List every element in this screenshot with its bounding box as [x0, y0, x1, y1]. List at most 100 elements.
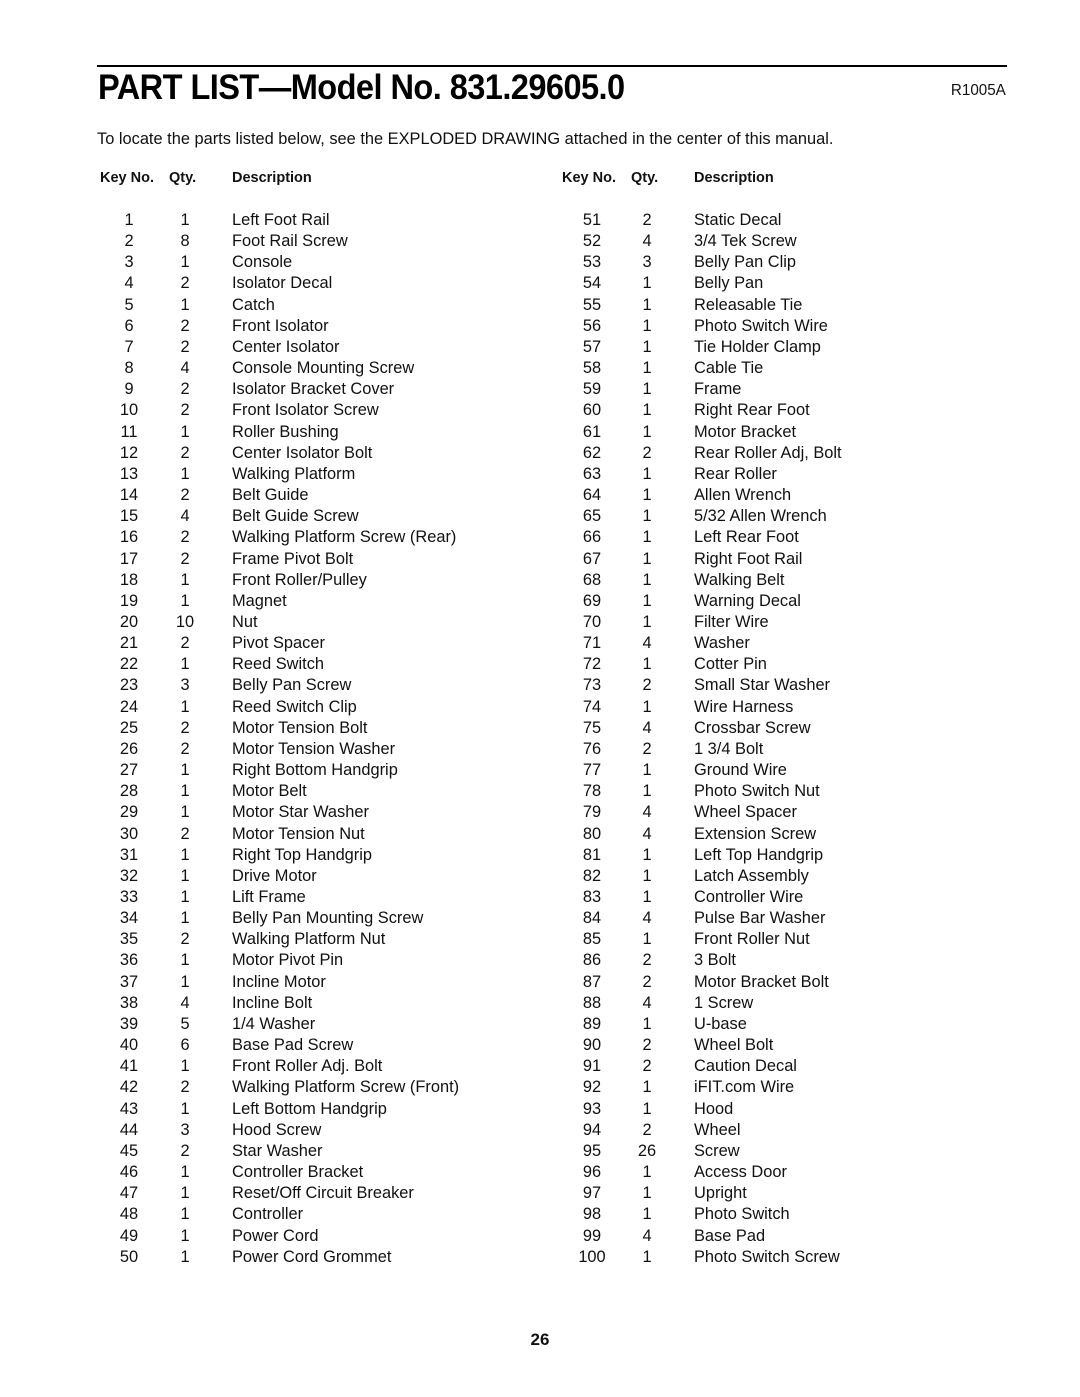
part-row: 19 1 Magnet [98, 591, 538, 612]
part-qty: 1 [642, 761, 652, 780]
part-row: 96 1 Access Door [560, 1162, 1000, 1183]
part-description: 1 3/4 Bolt [694, 739, 764, 758]
part-key-no: 93 [582, 1099, 602, 1118]
part-qty: 4 [642, 803, 652, 822]
part-key-no: 80 [582, 824, 602, 843]
part-row: 9 2 Isolator Bracket Cover [98, 379, 538, 400]
part-qty: 3 [642, 253, 652, 272]
part-key-no: 61 [582, 422, 602, 441]
part-qty: 1 [180, 697, 190, 716]
part-row: 14 2 Belt Guide [98, 485, 538, 506]
part-row: 20 10 Nut [98, 612, 538, 633]
part-description: Belly Pan Mounting Screw [232, 909, 424, 928]
part-key-no: 29 [119, 803, 139, 822]
part-row: 24 1 Reed Switch Clip [98, 697, 538, 718]
part-key-no: 59 [582, 380, 602, 399]
part-row: 36 1 Motor Pivot Pin [98, 950, 538, 971]
part-description: Right Foot Rail [694, 549, 803, 568]
part-qty: 1 [180, 1099, 190, 1118]
part-key-no: 82 [582, 866, 602, 885]
part-qty: 4 [180, 993, 190, 1012]
part-row: 84 4 Pulse Bar Washer [560, 908, 1000, 929]
part-description: Motor Bracket Bolt [694, 972, 829, 991]
part-row: 52 4 3/4 Tek Screw [560, 231, 1000, 252]
part-qty: 1 [642, 316, 652, 335]
part-description: Wire Harness [694, 697, 794, 716]
part-key-no: 60 [582, 401, 602, 420]
part-row: 8 4 Console Mounting Screw [98, 358, 538, 379]
part-row: 56 1 Photo Switch Wire [560, 316, 1000, 337]
part-description: Base Pad Screw [232, 1036, 354, 1055]
part-description: Front Roller Adj. Bolt [232, 1057, 383, 1076]
part-key-no: 31 [119, 845, 139, 864]
part-qty: 2 [642, 1036, 652, 1055]
part-key-no: 24 [119, 697, 139, 716]
part-description: Hood [694, 1099, 734, 1118]
part-row: 45 2 Star Washer [98, 1141, 538, 1162]
part-description: Pulse Bar Washer [694, 909, 826, 928]
part-description: Power Cord Grommet [232, 1247, 392, 1266]
part-row: 62 2 Rear Roller Adj, Bolt [560, 443, 1000, 464]
header-description: Description [232, 170, 312, 186]
part-row: 64 1 Allen Wrench [560, 485, 1000, 506]
part-qty: 1 [180, 1205, 190, 1224]
part-qty: 1 [180, 761, 190, 780]
part-key-no: 91 [582, 1057, 602, 1076]
part-key-no: 43 [119, 1099, 139, 1118]
part-qty: 2 [180, 634, 190, 653]
part-key-no: 95 [582, 1141, 602, 1160]
part-row: 41 1 Front Roller Adj. Bolt [98, 1056, 538, 1077]
part-qty: 1 [642, 359, 652, 378]
part-description: Warning Decal [694, 591, 801, 610]
part-description: 1/4 Washer [232, 1014, 316, 1033]
part-description: Left Foot Rail [232, 211, 330, 229]
part-description: Caution Decal [694, 1057, 797, 1076]
part-row: 6 2 Front Isolator [98, 316, 538, 337]
part-row: 11 1 Roller Bushing [98, 422, 538, 443]
part-qty: 1 [180, 782, 190, 801]
part-description: Frame Pivot Bolt [232, 549, 354, 568]
part-qty: 1 [642, 422, 652, 441]
part-description: Rear Roller [694, 464, 777, 483]
part-row: 85 1 Front Roller Nut [560, 929, 1000, 950]
part-key-no: 41 [119, 1057, 139, 1076]
part-qty: 2 [180, 1141, 190, 1160]
part-qty: 4 [180, 359, 190, 378]
part-key-no: 77 [582, 761, 602, 780]
part-qty: 2 [180, 739, 190, 758]
part-row: 21 2 Pivot Spacer [98, 633, 538, 654]
part-qty: 2 [180, 316, 190, 335]
part-description: Left Top Handgrip [694, 845, 824, 864]
part-row: 74 1 Wire Harness [560, 697, 1000, 718]
part-key-no: 90 [582, 1036, 602, 1055]
part-description: Hood Screw [232, 1120, 322, 1139]
part-row: 37 1 Incline Motor [98, 972, 538, 993]
part-key-no: 73 [582, 676, 602, 695]
part-description: Catch [232, 295, 275, 314]
part-description: Foot Rail Screw [232, 232, 348, 251]
part-qty: 2 [180, 930, 190, 949]
part-qty: 1 [180, 295, 190, 314]
part-row: 48 1 Controller [98, 1204, 538, 1225]
part-row: 49 1 Power Cord [98, 1226, 538, 1247]
part-key-no: 30 [119, 824, 139, 843]
part-description: Console Mounting Screw [232, 359, 415, 378]
part-description: Latch Assembly [694, 866, 809, 885]
part-row: 72 1 Cotter Pin [560, 654, 1000, 675]
part-qty: 1 [642, 930, 652, 949]
part-row: 46 1 Controller Bracket [98, 1162, 538, 1183]
part-row: 87 2 Motor Bracket Bolt [560, 972, 1000, 993]
part-row: 60 1 Right Rear Foot [560, 400, 1000, 421]
part-row: 28 1 Motor Belt [98, 781, 538, 802]
part-description: Incline Motor [232, 972, 326, 991]
part-key-no: 88 [582, 993, 602, 1012]
part-description: Belt Guide [232, 486, 309, 505]
part-description: Filter Wire [694, 612, 769, 631]
part-description: Reset/Off Circuit Breaker [232, 1184, 414, 1203]
part-key-no: 85 [582, 930, 602, 949]
part-description: Photo Switch Wire [694, 316, 828, 335]
part-description: Photo Switch Nut [694, 782, 820, 801]
part-description: Star Washer [232, 1141, 323, 1160]
part-description: Static Decal [694, 211, 782, 229]
part-qty: 4 [180, 507, 190, 526]
